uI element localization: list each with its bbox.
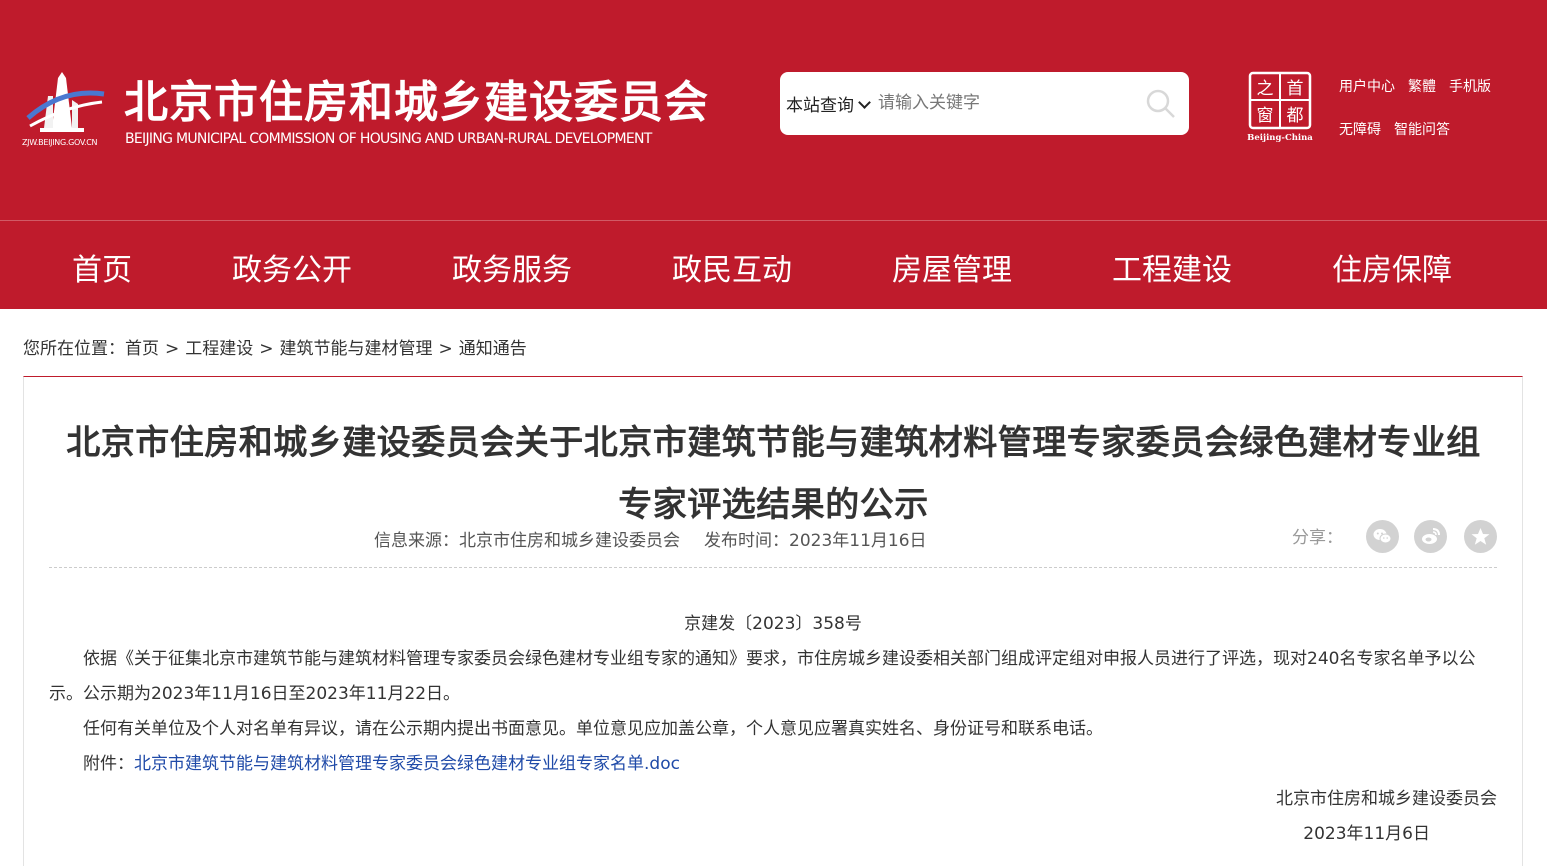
attachment-link[interactable]: 北京市建筑节能与建筑材料管理专家委员会绿色建材专业组专家名单.doc (134, 754, 680, 774)
publish-time: 发布时间：2023年11月16日 (704, 531, 927, 551)
capital-window-logo[interactable]: 之 首 窗 都 Beijing-China (1247, 70, 1313, 143)
breadcrumb-prefix: 您所在位置： (23, 339, 125, 359)
search-box: 本站查询 (780, 72, 1189, 135)
mobile-version-link[interactable]: 手机版 (1449, 76, 1491, 96)
document-number: 京建发〔2023〕358号 (684, 614, 862, 634)
article-paragraph-1: 依据《关于征集北京市建筑节能与建筑材料管理专家委员会绿色建材专业组专家的通知》要… (49, 649, 1476, 704)
article-meta: 信息来源：北京市住房和城乡建设委员会 发布时间：2023年11月16日 (374, 526, 927, 551)
attachment-label: 附件： (83, 754, 134, 774)
capital-logo-char: 首 (1287, 79, 1304, 99)
attachment-row: 附件：北京市建筑节能与建筑材料管理专家委员会绿色建材专业组专家名单.doc (49, 747, 1531, 782)
search-input[interactable] (878, 88, 1138, 118)
accessibility-link[interactable]: 无障碍 (1339, 119, 1381, 139)
nav-home[interactable]: 首页 (72, 245, 132, 289)
meta-divider (49, 567, 1497, 568)
capital-logo-caption: Beijing-China (1247, 133, 1313, 142)
wechat-icon[interactable] (1366, 520, 1399, 553)
info-source: 信息来源：北京市住房和城乡建设委员会 (374, 531, 680, 551)
breadcrumb-construction[interactable]: 工程建设 (185, 339, 253, 359)
breadcrumb-separator: > (165, 339, 180, 359)
nav-construction[interactable]: 工程建设 (1112, 245, 1232, 289)
main-nav: 首页 政务公开 政务服务 政民互动 房屋管理 工程建设 住房保障 (0, 220, 1547, 309)
capital-logo-char: 都 (1287, 106, 1304, 126)
capital-logo-char: 之 (1257, 79, 1274, 99)
star-icon[interactable] (1464, 520, 1497, 553)
breadcrumb-separator: > (259, 339, 274, 359)
breadcrumb: 您所在位置：首页 > 工程建设 > 建筑节能与建材管理 > 通知通告 (23, 334, 527, 359)
article-title: 北京市住房和城乡建设委员会关于北京市建筑节能与建筑材料管理专家委员会绿色建材专业… (0, 412, 1547, 536)
search-scope-label: 本站查询 (786, 96, 854, 116)
site-title[interactable]: 北京市住房和城乡建设委员会 (124, 66, 709, 130)
article-paragraph-2: 任何有关单位及个人对名单有异议，请在公示期内提出书面意见。单位意见应加盖公章，个… (83, 719, 1103, 739)
smart-qa-link[interactable]: 智能问答 (1394, 119, 1450, 139)
share-label: 分享： (1292, 528, 1343, 548)
signature-date: 2023年11月6日 (1303, 824, 1430, 844)
logo-url-text: ZJW.BEIJING.GOV.CN (22, 138, 98, 147)
site-subtitle: BEIJING MUNICIPAL COMMISSION OF HOUSING … (125, 131, 652, 147)
nav-government-affairs[interactable]: 政务公开 (232, 245, 352, 289)
breadcrumb-energy-materials[interactable]: 建筑节能与建材管理 (280, 339, 433, 359)
search-icon[interactable] (1145, 88, 1177, 120)
user-center-link[interactable]: 用户中心 (1339, 76, 1395, 96)
nav-government-services[interactable]: 政务服务 (452, 245, 572, 289)
nav-public-interaction[interactable]: 政民互动 (672, 245, 792, 289)
top-links: 用户中心 繁體 手机版 无障碍 智能问答 (1339, 76, 1529, 139)
breadcrumb-notices[interactable]: 通知通告 (459, 339, 527, 359)
signature: 北京市住房和城乡建设委员会 (1276, 789, 1497, 809)
breadcrumb-separator: > (438, 339, 453, 359)
chevron-down-icon (858, 96, 871, 109)
article-title-line1: 北京市住房和城乡建设委员会关于北京市建筑节能与建筑材料管理专家委员会绿色建材专业… (66, 423, 1481, 463)
capital-logo-char: 窗 (1257, 106, 1274, 126)
breadcrumb-home[interactable]: 首页 (125, 339, 159, 359)
nav-housing-security[interactable]: 住房保障 (1332, 245, 1452, 289)
weibo-icon[interactable] (1414, 520, 1447, 553)
site-header: ZJW.BEIJING.GOV.CN 北京市住房和城乡建设委员会 BEIJING… (0, 0, 1547, 220)
traditional-chinese-link[interactable]: 繁體 (1408, 76, 1436, 96)
search-scope-dropdown[interactable]: 本站查询 (786, 91, 871, 116)
nav-housing-management[interactable]: 房屋管理 (892, 245, 1012, 289)
